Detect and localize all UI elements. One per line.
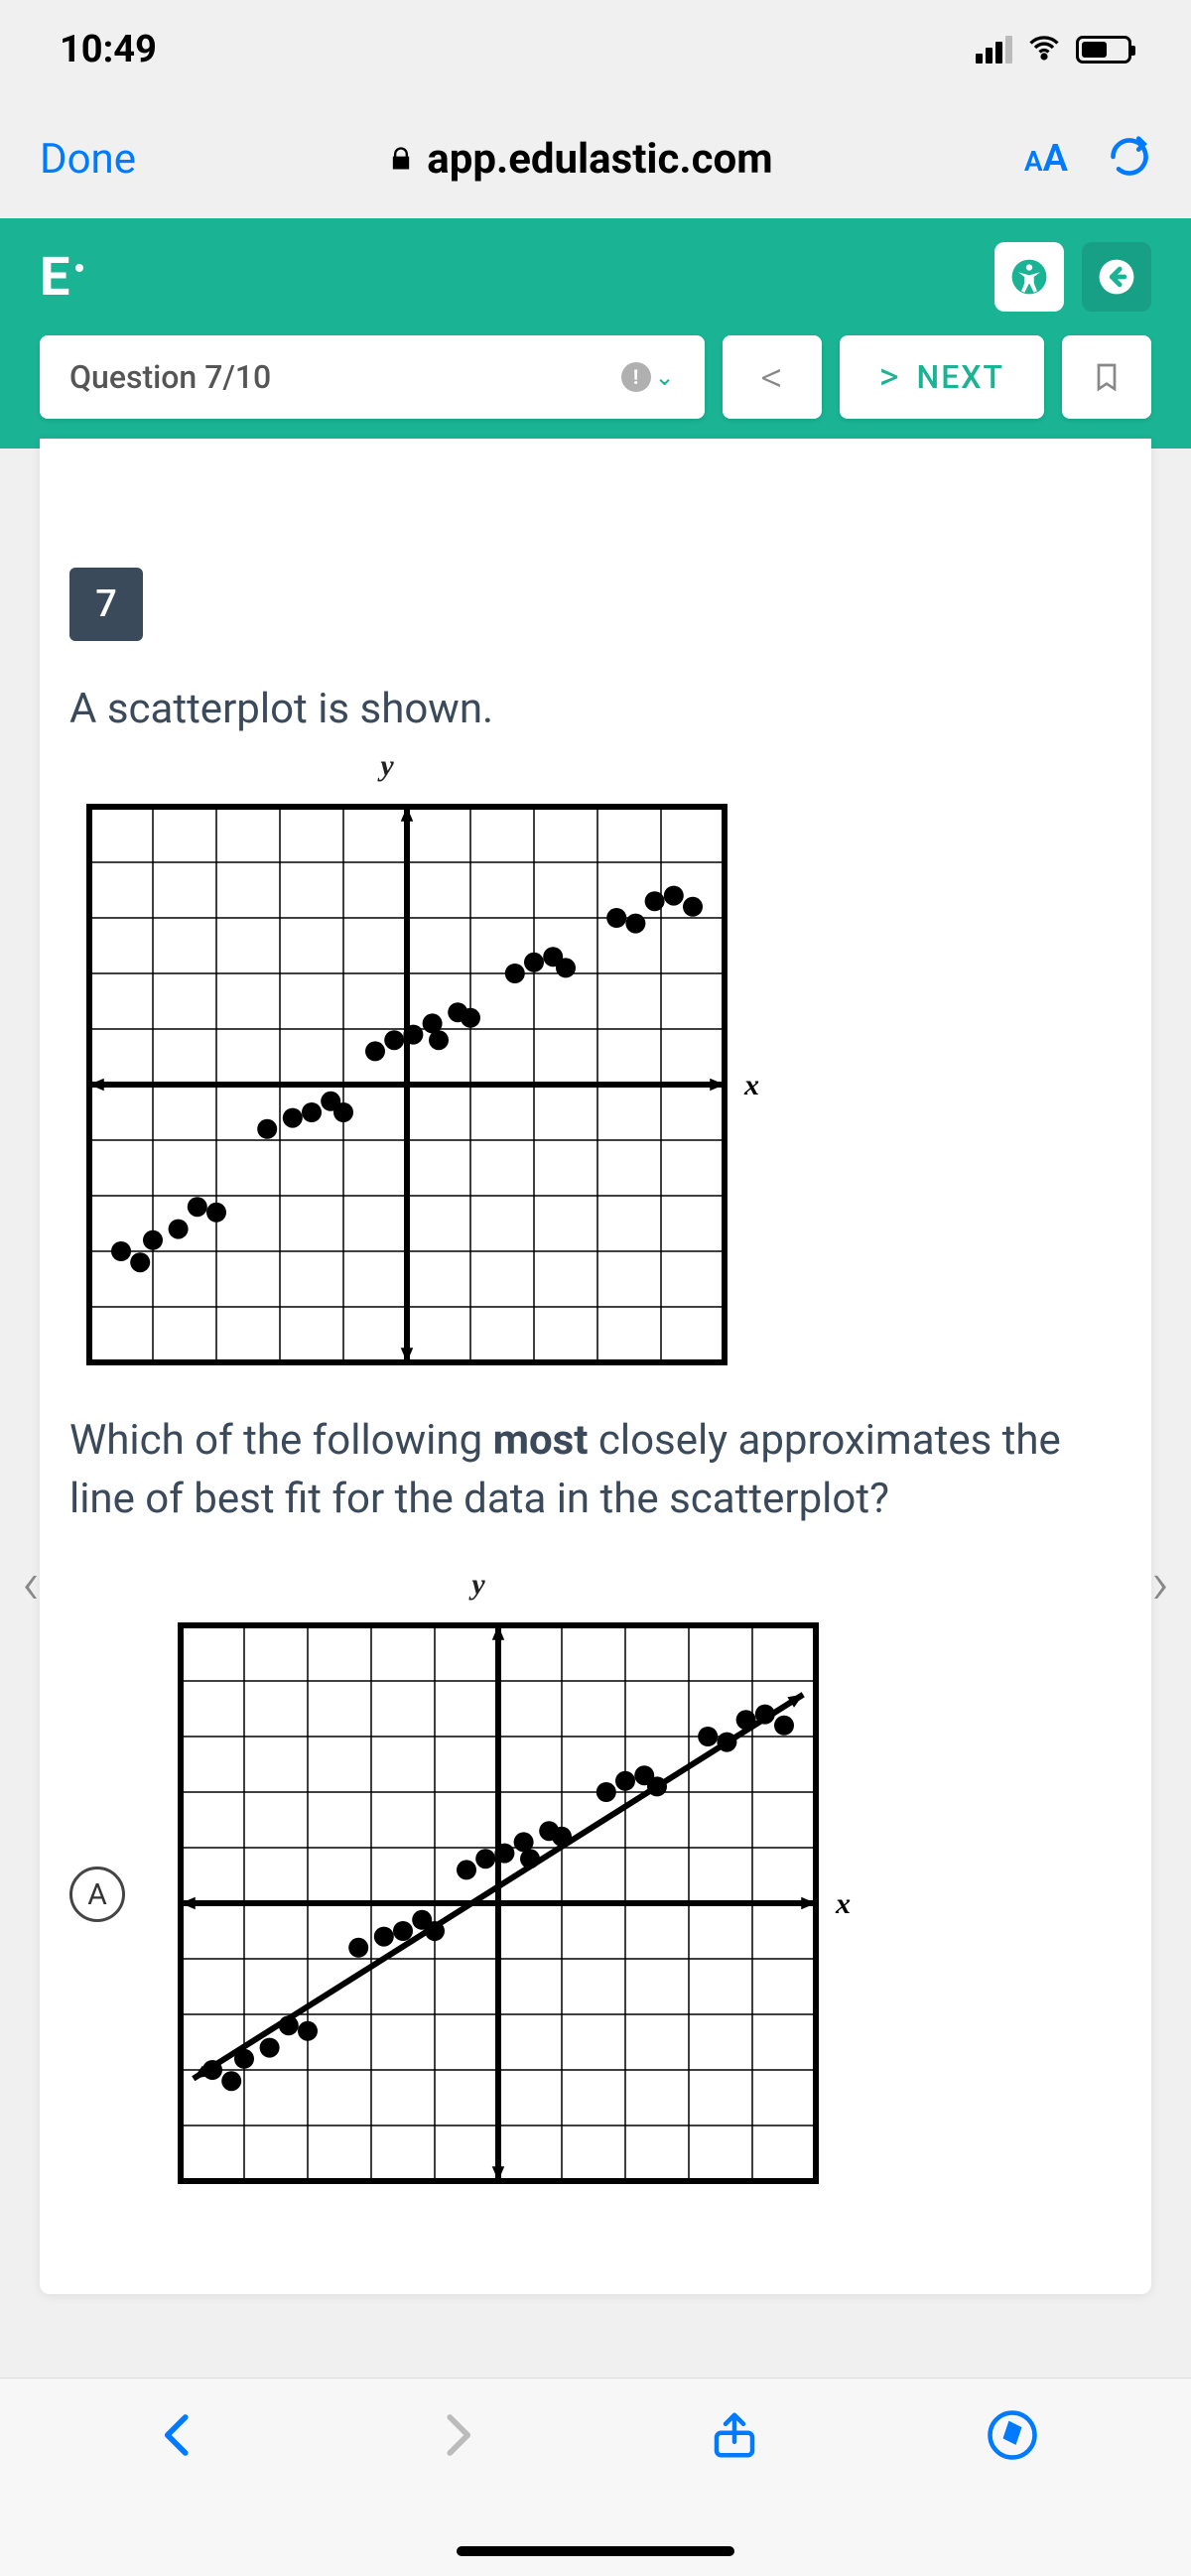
lock-icon [387, 145, 415, 173]
url-text: app.edulastic.com [427, 135, 772, 184]
prev-button[interactable]: < [723, 335, 822, 419]
scatterplot-question: y x [69, 749, 764, 1382]
side-next-button[interactable]: › [1135, 1548, 1185, 1617]
wifi-icon [1026, 30, 1062, 69]
side-prev-button[interactable]: ‹ [6, 1548, 56, 1617]
browser-forward-button[interactable] [430, 2408, 483, 2466]
question-body: Which of the following most closely appr… [69, 1412, 1122, 1529]
home-indicator [457, 2546, 734, 2556]
question-card: 7 A scatterplot is shown. y x Which of t… [40, 439, 1151, 2294]
question-number-badge: 7 [69, 568, 143, 641]
share-button[interactable] [708, 2408, 761, 2466]
status-bar: 10:49 [0, 0, 1191, 99]
svg-text:x: x [743, 1069, 759, 1101]
back-arrow-button[interactable] [1082, 242, 1151, 312]
browser-bar: Done app.edulastic.com AA [0, 99, 1191, 218]
app-logo: E [40, 246, 83, 309]
cellular-icon [976, 36, 1012, 64]
app-header: E [0, 218, 1191, 335]
browser-back-button[interactable] [152, 2408, 205, 2466]
y-axis-label: y [69, 749, 705, 783]
question-prompt: A scatterplot is shown. [69, 681, 1122, 739]
question-nav: Question 7/10 !⌄ < > NEXT [0, 335, 1191, 449]
answer-option-a[interactable]: A y x [69, 1558, 1122, 2231]
bookmark-button[interactable] [1062, 335, 1151, 419]
safari-compass-button[interactable] [986, 2408, 1039, 2466]
option-letter: A [69, 1867, 125, 1922]
next-button[interactable]: > NEXT [840, 335, 1044, 419]
battery-icon [1076, 36, 1131, 64]
done-button[interactable]: Done [40, 135, 136, 184]
accessibility-button[interactable] [994, 242, 1064, 312]
status-time: 10:49 [60, 28, 157, 71]
scatterplot-option-a: y x [161, 1568, 856, 2201]
y-axis-label: y [161, 1568, 796, 1602]
address-bar[interactable]: app.edulastic.com [176, 135, 985, 184]
svg-text:x: x [835, 1887, 851, 1920]
status-icons [976, 30, 1131, 69]
reload-button[interactable] [1108, 135, 1151, 183]
question-counter: Question 7/10 [69, 358, 271, 396]
text-size-button[interactable]: AA [1024, 137, 1068, 181]
question-status-icon: !⌄ [621, 362, 675, 392]
question-selector[interactable]: Question 7/10 !⌄ [40, 335, 705, 419]
chevron-right-icon: > [879, 355, 901, 399]
